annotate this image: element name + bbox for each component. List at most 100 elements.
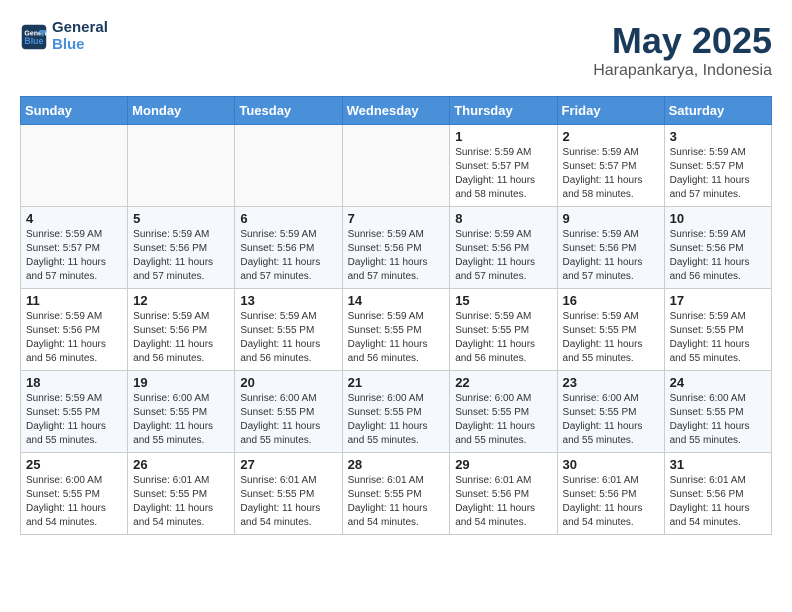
col-header-wednesday: Wednesday (342, 97, 450, 125)
day-number: 27 (240, 457, 336, 472)
calendar-cell: 5 Sunrise: 5:59 AM Sunset: 5:56 PM Daylig… (128, 207, 235, 289)
calendar-cell (128, 125, 235, 207)
day-number: 11 (26, 293, 122, 308)
day-number: 8 (455, 211, 551, 226)
calendar-subtitle: Harapankarya, Indonesia (593, 62, 772, 80)
calendar-cell: 11 Sunrise: 5:59 AM Sunset: 5:56 PM Dayli… (21, 289, 128, 371)
calendar-cell: 9 Sunrise: 5:59 AM Sunset: 5:56 PM Daylig… (557, 207, 664, 289)
day-number: 12 (133, 293, 229, 308)
calendar-cell: 17 Sunrise: 5:59 AM Sunset: 5:55 PM Dayli… (664, 289, 771, 371)
day-info: Sunrise: 5:59 AM Sunset: 5:57 PM Dayligh… (26, 228, 122, 284)
calendar-cell: 20 Sunrise: 6:00 AM Sunset: 5:55 PM Dayli… (235, 371, 342, 453)
day-info: Sunrise: 6:01 AM Sunset: 5:55 PM Dayligh… (240, 474, 336, 530)
day-info: Sunrise: 5:59 AM Sunset: 5:56 PM Dayligh… (133, 228, 229, 284)
day-info: Sunrise: 5:59 AM Sunset: 5:55 PM Dayligh… (670, 310, 766, 366)
calendar-week-5: 25 Sunrise: 6:00 AM Sunset: 5:55 PM Dayli… (21, 453, 772, 535)
day-number: 31 (670, 457, 766, 472)
calendar-cell: 3 Sunrise: 5:59 AM Sunset: 5:57 PM Daylig… (664, 125, 771, 207)
calendar-cell: 14 Sunrise: 5:59 AM Sunset: 5:55 PM Dayli… (342, 289, 450, 371)
day-number: 9 (563, 211, 659, 226)
day-number: 29 (455, 457, 551, 472)
day-number: 18 (26, 375, 122, 390)
logo-text-line1: General (52, 20, 108, 37)
calendar-cell: 19 Sunrise: 6:00 AM Sunset: 5:55 PM Dayli… (128, 371, 235, 453)
day-number: 26 (133, 457, 229, 472)
calendar-cell: 26 Sunrise: 6:01 AM Sunset: 5:55 PM Dayli… (128, 453, 235, 535)
day-info: Sunrise: 6:00 AM Sunset: 5:55 PM Dayligh… (348, 392, 445, 448)
calendar-cell: 7Sunrise: 5:59 AM Sunset: 5:56 PM Daylig… (342, 207, 450, 289)
calendar-cell: 31 Sunrise: 6:01 AM Sunset: 5:56 PM Dayli… (664, 453, 771, 535)
day-number: 5 (133, 211, 229, 226)
day-number: 1 (455, 129, 551, 144)
day-info: Sunrise: 5:59 AM Sunset: 5:57 PM Dayligh… (670, 146, 766, 202)
day-number: 2 (563, 129, 659, 144)
day-info: Sunrise: 6:01 AM Sunset: 5:56 PM Dayligh… (455, 474, 551, 530)
calendar-cell: 6 Sunrise: 5:59 AM Sunset: 5:56 PM Daylig… (235, 207, 342, 289)
day-number: 17 (670, 293, 766, 308)
calendar-cell: 23Sunrise: 6:00 AM Sunset: 5:55 PM Dayli… (557, 371, 664, 453)
calendar-cell: 29 Sunrise: 6:01 AM Sunset: 5:56 PM Dayli… (450, 453, 557, 535)
col-header-sunday: Sunday (21, 97, 128, 125)
day-number: 23 (563, 375, 659, 390)
calendar-cell: 13 Sunrise: 5:59 AM Sunset: 5:55 PM Dayli… (235, 289, 342, 371)
calendar-header: SundayMondayTuesdayWednesdayThursdayFrid… (21, 97, 772, 125)
calendar-cell: 4Sunrise: 5:59 AM Sunset: 5:57 PM Daylig… (21, 207, 128, 289)
day-info: Sunrise: 6:00 AM Sunset: 5:55 PM Dayligh… (133, 392, 229, 448)
day-info: Sunrise: 6:00 AM Sunset: 5:55 PM Dayligh… (670, 392, 766, 448)
day-info: Sunrise: 5:59 AM Sunset: 5:55 PM Dayligh… (26, 392, 122, 448)
col-header-thursday: Thursday (450, 97, 557, 125)
calendar-cell (342, 125, 450, 207)
calendar-cell: 28 Sunrise: 6:01 AM Sunset: 5:55 PM Dayli… (342, 453, 450, 535)
calendar-cell: 12Sunrise: 5:59 AM Sunset: 5:56 PM Dayli… (128, 289, 235, 371)
day-number: 3 (670, 129, 766, 144)
day-info: Sunrise: 5:59 AM Sunset: 5:55 PM Dayligh… (563, 310, 659, 366)
day-info: Sunrise: 6:01 AM Sunset: 5:56 PM Dayligh… (563, 474, 659, 530)
day-number: 16 (563, 293, 659, 308)
day-info: Sunrise: 6:00 AM Sunset: 5:55 PM Dayligh… (240, 392, 336, 448)
day-number: 15 (455, 293, 551, 308)
col-header-saturday: Saturday (664, 97, 771, 125)
col-header-monday: Monday (128, 97, 235, 125)
day-number: 28 (348, 457, 445, 472)
calendar-table: SundayMondayTuesdayWednesdayThursdayFrid… (20, 96, 772, 535)
day-number: 30 (563, 457, 659, 472)
day-info: Sunrise: 6:01 AM Sunset: 5:55 PM Dayligh… (348, 474, 445, 530)
day-info: Sunrise: 6:00 AM Sunset: 5:55 PM Dayligh… (26, 474, 122, 530)
calendar-cell: 21 Sunrise: 6:00 AM Sunset: 5:55 PM Dayli… (342, 371, 450, 453)
day-info: Sunrise: 5:59 AM Sunset: 5:57 PM Dayligh… (563, 146, 659, 202)
day-number: 19 (133, 375, 229, 390)
day-info: Sunrise: 6:01 AM Sunset: 5:55 PM Dayligh… (133, 474, 229, 530)
day-info: Sunrise: 5:59 AM Sunset: 5:57 PM Dayligh… (455, 146, 551, 202)
day-info: Sunrise: 6:01 AM Sunset: 5:56 PM Dayligh… (670, 474, 766, 530)
day-number: 24 (670, 375, 766, 390)
day-number: 6 (240, 211, 336, 226)
day-number: 20 (240, 375, 336, 390)
day-info: Sunrise: 5:59 AM Sunset: 5:56 PM Dayligh… (240, 228, 336, 284)
day-info: Sunrise: 6:00 AM Sunset: 5:55 PM Dayligh… (455, 392, 551, 448)
calendar-cell: 24 Sunrise: 6:00 AM Sunset: 5:55 PM Dayli… (664, 371, 771, 453)
day-number: 14 (348, 293, 445, 308)
day-number: 21 (348, 375, 445, 390)
calendar-cell: 1 Sunrise: 5:59 AM Sunset: 5:57 PM Daylig… (450, 125, 557, 207)
calendar-title: May 2025 (593, 20, 772, 62)
calendar-week-1: 1 Sunrise: 5:59 AM Sunset: 5:57 PM Daylig… (21, 125, 772, 207)
col-header-tuesday: Tuesday (235, 97, 342, 125)
day-number: 22 (455, 375, 551, 390)
day-number: 25 (26, 457, 122, 472)
day-info: Sunrise: 5:59 AM Sunset: 5:55 PM Dayligh… (455, 310, 551, 366)
day-info: Sunrise: 5:59 AM Sunset: 5:56 PM Dayligh… (26, 310, 122, 366)
calendar-week-2: 4Sunrise: 5:59 AM Sunset: 5:57 PM Daylig… (21, 207, 772, 289)
day-number: 13 (240, 293, 336, 308)
calendar-cell: 30 Sunrise: 6:01 AM Sunset: 5:56 PM Dayli… (557, 453, 664, 535)
calendar-cell (235, 125, 342, 207)
day-info: Sunrise: 5:59 AM Sunset: 5:55 PM Dayligh… (240, 310, 336, 366)
calendar-cell (21, 125, 128, 207)
day-info: Sunrise: 5:59 AM Sunset: 5:55 PM Dayligh… (348, 310, 445, 366)
day-info: Sunrise: 5:59 AM Sunset: 5:56 PM Dayligh… (563, 228, 659, 284)
logo-text-line2: Blue (52, 37, 108, 54)
logo-icon: General Blue (20, 23, 48, 51)
day-info: Sunrise: 5:59 AM Sunset: 5:56 PM Dayligh… (670, 228, 766, 284)
calendar-cell: 16 Sunrise: 5:59 AM Sunset: 5:55 PM Dayli… (557, 289, 664, 371)
calendar-cell: 27 Sunrise: 6:01 AM Sunset: 5:55 PM Dayli… (235, 453, 342, 535)
calendar-cell: 2 Sunrise: 5:59 AM Sunset: 5:57 PM Daylig… (557, 125, 664, 207)
